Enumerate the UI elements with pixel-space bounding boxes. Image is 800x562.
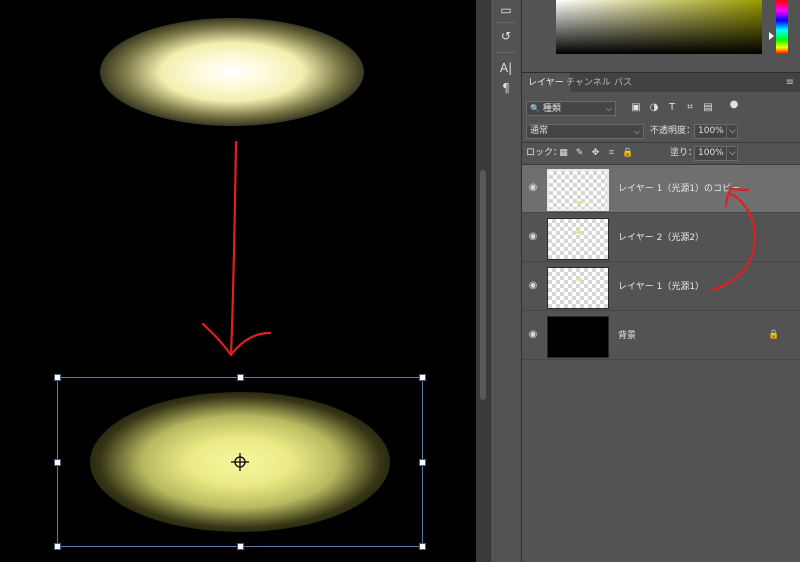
paragraph-icon[interactable]: ¶ — [491, 78, 521, 98]
document-canvas[interactable] — [0, 0, 476, 562]
history-icon[interactable]: ↺ — [491, 26, 521, 46]
annotation-overlay — [201, 140, 272, 471]
panel-icon-strip: ▭ ↺ A| ¶ — [490, 0, 522, 562]
transform-reference-point-icon[interactable] — [231, 453, 249, 471]
character-icon[interactable]: A| — [491, 58, 521, 78]
annotation-arrow-down — [201, 140, 272, 357]
canvas-vertical-scrollbar[interactable] — [480, 170, 486, 400]
strip-divider — [497, 52, 515, 53]
annotation-arrow-curved — [710, 186, 756, 292]
layer-annotation-overlay — [710, 186, 756, 292]
strip-divider — [497, 22, 515, 23]
right-panel: レイヤー チャンネル パス ≡ 🔍 種類 ⌵ ▣ ◑ T ⌗ ▤ ● 通常 ⌵ … — [522, 0, 800, 562]
comment-icon[interactable]: ▭ — [491, 0, 521, 20]
